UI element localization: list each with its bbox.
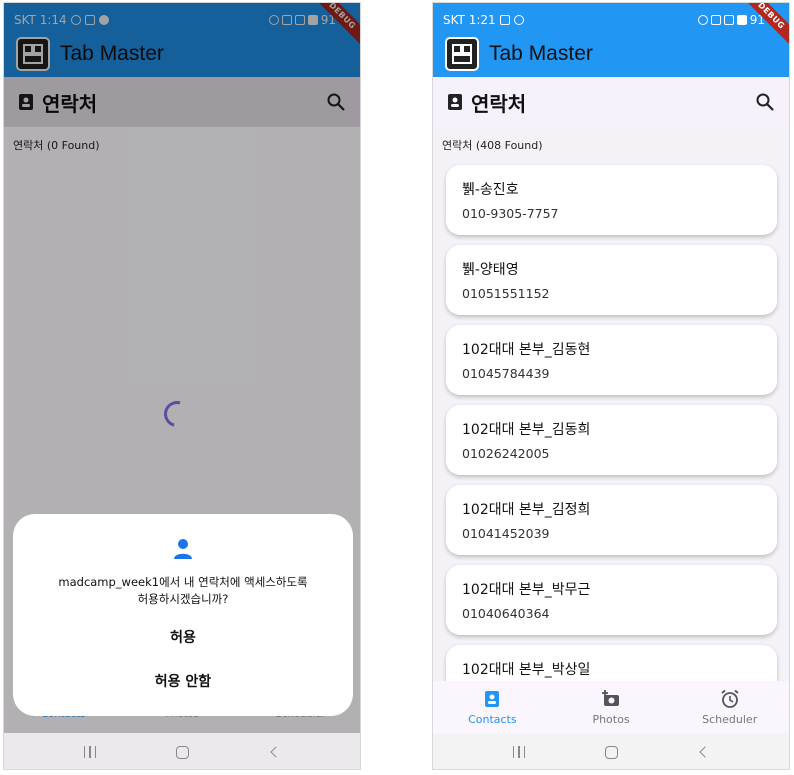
contact-card[interactable]: 102대대 본부_박무근 01040640364 <box>446 565 777 635</box>
home-icon <box>175 745 189 759</box>
contact-name: 102대대 본부_김동희 <box>462 422 591 438</box>
recents-icon <box>512 746 526 758</box>
contact-name: 뷁-송진호 <box>462 182 519 198</box>
contact-card[interactable]: 102대대 본부_박상일 <box>446 645 777 681</box>
status-carrier-time: SKT 1:21 <box>443 13 496 27</box>
mute-icon <box>710 15 721 25</box>
phone-screen-contacts: SKT 1:21 91 DEBUG Tab Master 연락처 뷁-송진호 0… <box>432 2 790 770</box>
contacts-list: 뷁-송진호 010-9305-7757 뷁-양태영 01051551152 10… <box>433 127 789 681</box>
recents-button[interactable] <box>504 742 534 762</box>
back-icon <box>270 746 282 758</box>
contacts-count: 연락처 (408 Found) <box>442 139 543 152</box>
contacts-book-icon <box>448 94 462 110</box>
status-bar: SKT 1:21 91 <box>443 11 779 29</box>
contact-card[interactable]: 102대대 본부_김동현 01045784439 <box>446 325 777 395</box>
home-button[interactable] <box>167 742 197 762</box>
contact-phone: 01040640364 <box>462 606 550 621</box>
add-photo-icon <box>602 689 619 706</box>
section-header: 연락처 <box>433 77 789 127</box>
home-icon <box>604 745 618 759</box>
nav-scheduler-label: Scheduler <box>702 712 758 726</box>
phone-screen-permission: SKT 1:14 91 DEBUG Tab Master 연락처 연락처 (0 … <box>3 2 361 770</box>
system-nav-bar <box>433 733 789 769</box>
contact-name: 102대대 본부_김정희 <box>462 502 591 518</box>
back-button[interactable] <box>259 742 289 762</box>
contact-card[interactable]: 뷁-양태영 01051551152 <box>446 245 777 315</box>
nav-scheduler[interactable]: Scheduler <box>670 681 789 733</box>
bottom-nav: Contacts Photos Scheduler <box>433 681 789 733</box>
contact-card[interactable]: 102대대 본부_김정희 01041452039 <box>446 485 777 555</box>
alarm-icon <box>721 689 739 708</box>
contact-card[interactable]: 뷁-송진호 010-9305-7757 <box>446 165 777 235</box>
nav-photos[interactable]: Photos <box>552 681 671 733</box>
search-icon[interactable] <box>755 92 775 112</box>
contact-name: 102대대 본부_김동현 <box>462 342 591 358</box>
allow-button[interactable]: 허용 <box>53 624 313 652</box>
app-logo-icon <box>445 37 479 71</box>
back-button[interactable] <box>688 742 718 762</box>
section-title: 연락처 <box>471 91 527 116</box>
permission-dialog: madcamp_week1에서 내 연락처에 액세스하도록 허용하시겠습니까? … <box>13 514 353 716</box>
wifi-icon <box>723 15 734 25</box>
app-title: Tab Master <box>489 42 593 65</box>
nav-contacts-label: Contacts <box>468 712 517 726</box>
deny-button[interactable]: 허용 안함 <box>53 668 313 696</box>
person-icon <box>174 539 192 559</box>
contact-card[interactable]: 102대대 본부_김동희 01026242005 <box>446 405 777 475</box>
contact-phone: 010-9305-7757 <box>462 206 559 221</box>
permission-message-line1: madcamp_week1에서 내 연락처에 액세스하도록 <box>58 575 308 589</box>
contact-phone: 01026242005 <box>462 446 550 461</box>
signal-icon <box>736 15 747 25</box>
system-nav-bar <box>4 733 360 769</box>
app-bar: SKT 1:21 91 DEBUG Tab Master <box>433 3 789 77</box>
screenshot-icon <box>513 15 524 25</box>
home-button[interactable] <box>596 742 626 762</box>
back-icon <box>699 746 711 758</box>
contact-phone: 01041452039 <box>462 526 550 541</box>
nav-contacts[interactable]: Contacts <box>433 681 552 733</box>
contact-phone: 01051551152 <box>462 286 550 301</box>
alarm-status-icon <box>697 15 708 25</box>
nav-photos-label: Photos <box>592 712 630 726</box>
gallery-icon <box>499 15 510 25</box>
recents-button[interactable] <box>75 742 105 762</box>
contacts-icon <box>485 690 500 707</box>
recents-icon <box>83 746 97 758</box>
contact-name: 102대대 본부_박상일 <box>462 662 591 678</box>
contact-name: 102대대 본부_박무근 <box>462 582 591 598</box>
contact-phone: 01045784439 <box>462 366 550 381</box>
permission-message: madcamp_week1에서 내 연락처에 액세스하도록 허용하시겠습니까? <box>33 574 333 608</box>
contact-name: 뷁-양태영 <box>462 262 519 278</box>
permission-message-line2: 허용하시겠습니까? <box>137 592 229 606</box>
